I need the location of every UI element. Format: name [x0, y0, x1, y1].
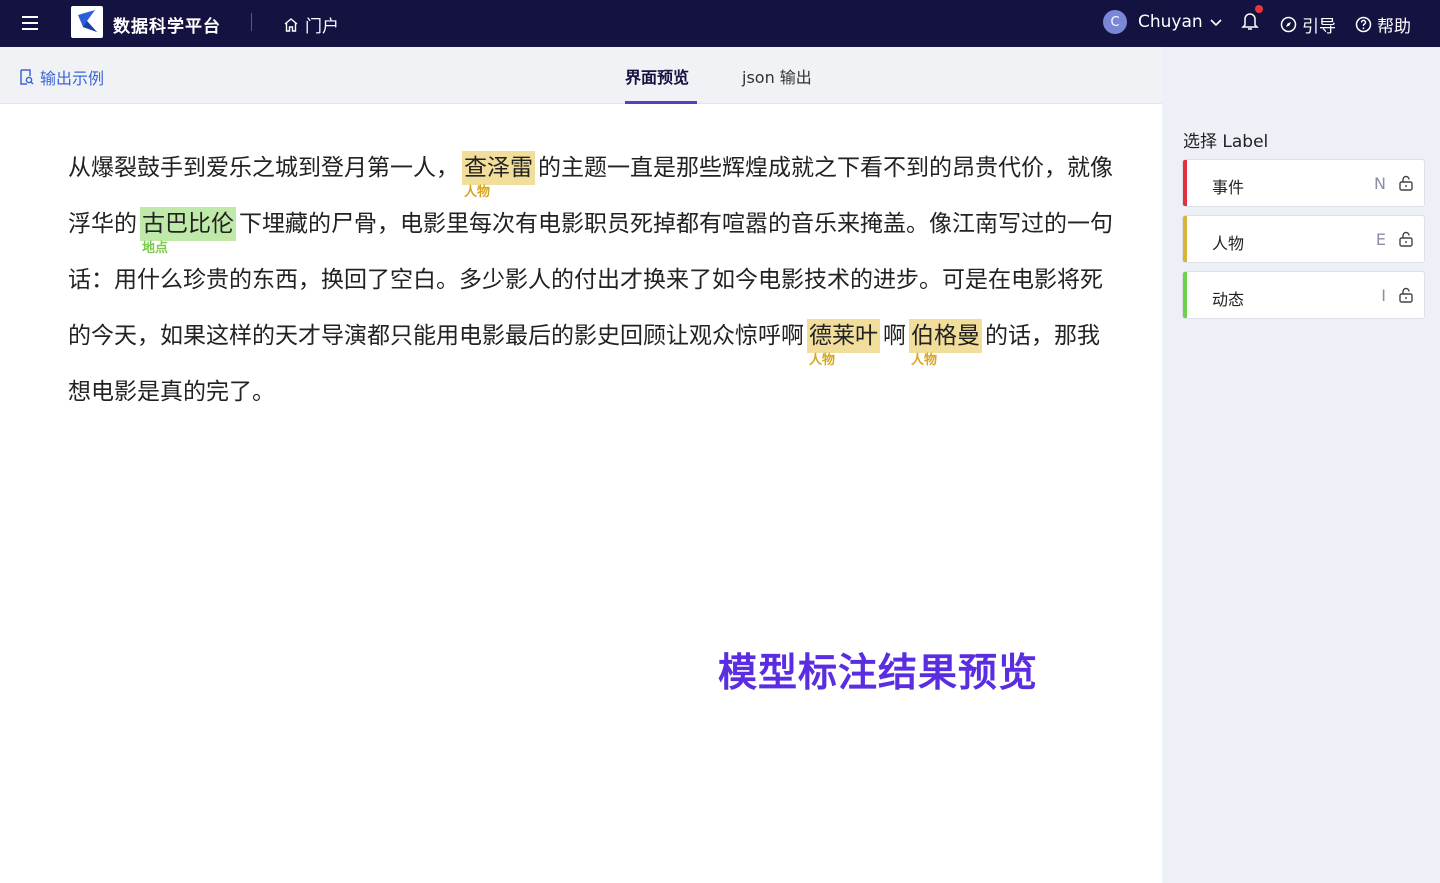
- entity-label-tag: 人物: [809, 353, 836, 368]
- output-example-label: 输出示例: [40, 69, 105, 88]
- label-shortcut-key: I: [1381, 286, 1386, 305]
- entity-text: 伯格曼: [911, 323, 980, 349]
- entity-highlight[interactable]: 德莱叶 人物: [807, 319, 880, 368]
- tab-json-output[interactable]: json 输出: [742, 64, 812, 88]
- label-name: 人物: [1212, 234, 1245, 253]
- platform-logo[interactable]: [71, 6, 103, 38]
- entity-label-tag: 人物: [464, 185, 491, 200]
- user-name: Chuyan: [1138, 12, 1203, 32]
- label-color-bar: [1183, 272, 1187, 318]
- home-icon: [284, 17, 298, 32]
- label-card-dynamic[interactable]: 动态 I: [1182, 271, 1425, 319]
- unlock-icon[interactable]: [1398, 231, 1414, 247]
- help-link[interactable]: 帮助: [1355, 12, 1411, 37]
- label-panel-title: 选择 Label: [1183, 132, 1269, 152]
- top-navigation-bar: 数据科学平台 门户 C Chuyan 引导 帮助: [0, 0, 1440, 47]
- entity-text: 德莱叶: [809, 323, 878, 349]
- document-search-icon: [20, 69, 34, 85]
- entity-label-tag: 人物: [911, 353, 938, 368]
- guide-link[interactable]: 引导: [1280, 12, 1336, 37]
- tab-interface-preview[interactable]: 界面预览: [625, 64, 689, 88]
- output-example-link[interactable]: 输出示例: [19, 65, 104, 89]
- label-color-bar: [1183, 216, 1187, 262]
- annotated-document[interactable]: 从爆裂鼓手到爱乐之城到登月第一人， 查泽雷 人物 的主题一直是那些辉煌成就之下看不到的…: [68, 140, 1118, 420]
- label-shortcut-key: N: [1374, 174, 1386, 193]
- unlock-icon[interactable]: [1398, 175, 1414, 191]
- watermark-caption: 模型标注结果预览: [718, 651, 1039, 696]
- unlock-icon[interactable]: [1398, 287, 1414, 303]
- document-text: 从爆裂鼓手到爱乐之城到登月第一人，: [68, 155, 459, 181]
- hamburger-menu-icon[interactable]: [22, 13, 42, 33]
- notification-bell-icon[interactable]: [1241, 5, 1263, 33]
- user-menu[interactable]: C Chuyan: [1103, 10, 1223, 34]
- label-name: 事件: [1212, 178, 1245, 197]
- label-card-person[interactable]: 人物 E: [1182, 215, 1425, 263]
- question-circle-icon: [1355, 16, 1372, 33]
- label-panel: 选择 Label 事件 N 人物 E 动态 I: [1162, 47, 1440, 883]
- chevron-down-icon: [1210, 19, 1222, 27]
- portal-label: 门户: [305, 17, 339, 37]
- label-card-event[interactable]: 事件 N: [1182, 159, 1425, 207]
- compass-icon: [1280, 16, 1297, 33]
- entity-highlight[interactable]: 伯格曼 人物: [909, 319, 982, 368]
- nav-divider: [251, 13, 252, 31]
- portal-link[interactable]: 门户: [283, 12, 339, 37]
- label-shortcut-key: E: [1375, 230, 1386, 249]
- preview-toolbar: 输出示例 界面预览 json 输出: [0, 47, 1162, 104]
- label-name: 动态: [1212, 290, 1245, 309]
- brand-title[interactable]: 数据科学平台: [113, 12, 221, 37]
- document-text: 啊: [883, 323, 906, 349]
- active-tab-indicator: [625, 101, 697, 104]
- entity-text: 查泽雷: [464, 155, 533, 181]
- help-label: 帮助: [1377, 17, 1411, 37]
- entity-label-tag: 地点: [142, 241, 169, 256]
- label-color-bar: [1183, 160, 1187, 206]
- entity-highlight[interactable]: 古巴比伦 地点: [140, 207, 236, 256]
- notification-dot: [1255, 5, 1263, 13]
- avatar: C: [1103, 10, 1127, 34]
- guide-label: 引导: [1302, 17, 1336, 37]
- entity-text: 古巴比伦: [142, 211, 234, 237]
- entity-highlight[interactable]: 查泽雷 人物: [462, 151, 535, 200]
